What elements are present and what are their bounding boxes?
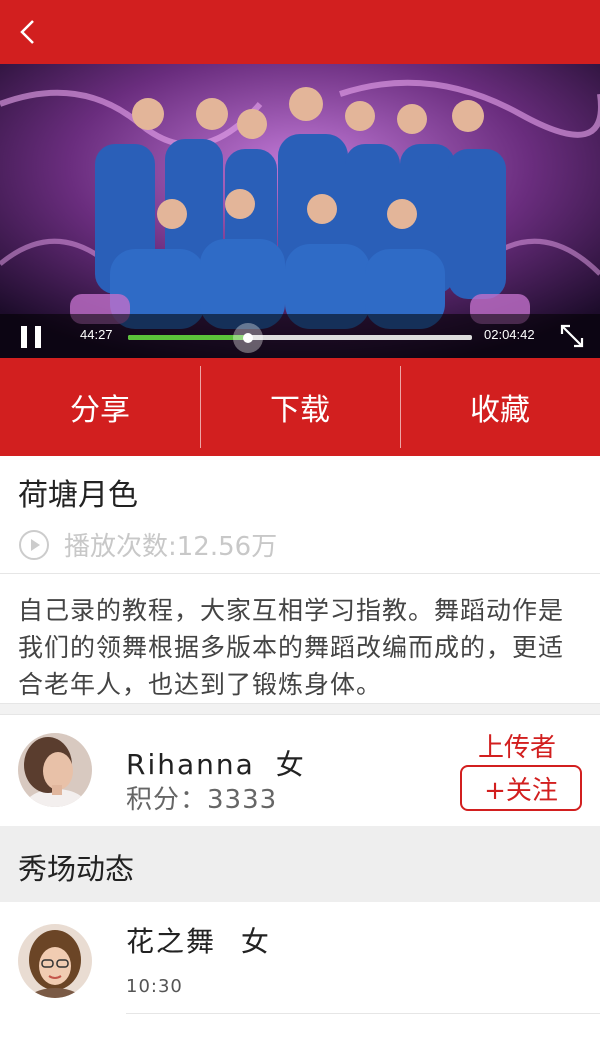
video-title: 荷塘月色: [18, 478, 138, 513]
uploader-score: 积分：3333: [126, 785, 278, 815]
feed-user-name: 花之舞: [126, 925, 217, 958]
fullscreen-icon: [560, 324, 584, 348]
divider: [0, 703, 600, 715]
uploader-role-label: 上传者: [478, 733, 557, 763]
feed-avatar[interactable]: [18, 924, 92, 998]
current-time: 44:27: [80, 327, 113, 342]
section-header: 秀场动态: [0, 826, 600, 902]
play-count-text: 播放次数:12.56万: [64, 532, 278, 562]
play-count-icon: [19, 529, 49, 560]
feed-item[interactable]: 花之舞 女 10:30: [0, 902, 600, 1038]
uploader-avatar[interactable]: [18, 733, 92, 807]
progress-thumb[interactable]: [233, 323, 264, 353]
back-button[interactable]: [10, 14, 46, 50]
fullscreen-button[interactable]: [558, 322, 586, 350]
share-button[interactable]: 分享: [0, 358, 200, 456]
section-title: 秀场动态: [18, 852, 135, 886]
feed-user-gender: 女: [240, 925, 271, 958]
progress-fill: [128, 335, 249, 340]
video-info: 荷塘月色 播放次数:12.56万: [0, 456, 600, 574]
download-button[interactable]: 下载: [200, 358, 400, 456]
pause-button[interactable]: [18, 322, 46, 350]
feed-user-line: 花之舞 女: [126, 920, 271, 960]
favorite-button[interactable]: 收藏: [400, 358, 600, 456]
video-player[interactable]: 44:27 02:04:42: [0, 64, 600, 358]
uploader-card: Rihanna 女 积分：3333 上传者 +关注: [0, 715, 600, 825]
uploader-name-line: Rihanna 女: [126, 743, 306, 783]
pause-icon: [21, 326, 27, 348]
action-bar: 分享 下载 收藏: [0, 358, 600, 456]
total-time: 02:04:42: [484, 327, 535, 342]
video-description: 自己录的教程，大家互相学习指教。舞蹈动作是我们的领舞根据多版本的舞蹈改编而成的，…: [18, 596, 565, 699]
feed-time: 10:30: [126, 976, 183, 997]
follow-button[interactable]: +关注: [460, 765, 582, 811]
back-icon: [20, 20, 34, 44]
uploader-gender: 女: [275, 748, 306, 781]
player-controls: 44:27 02:04:42: [0, 314, 600, 358]
play-count: 播放次数:12.56万: [18, 526, 277, 563]
top-bar: [0, 0, 600, 64]
divider: [126, 1013, 600, 1014]
progress-track[interactable]: [128, 323, 472, 353]
uploader-name: Rihanna: [126, 748, 255, 781]
